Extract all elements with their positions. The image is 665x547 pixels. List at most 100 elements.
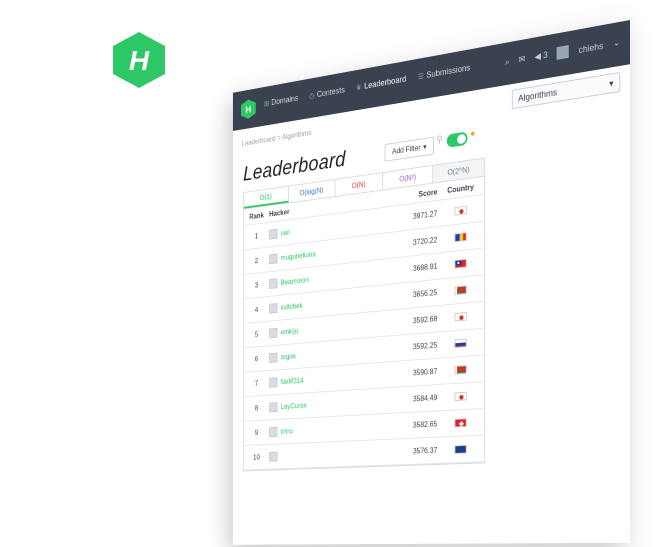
- key-icon: ⚲: [436, 134, 443, 146]
- avatar: [269, 451, 278, 462]
- notification-count: 3: [543, 49, 548, 61]
- username[interactable]: chiehs: [579, 40, 604, 54]
- hacker-link[interactable]: emkijo: [281, 327, 299, 337]
- toggle-switch[interactable]: [446, 131, 468, 148]
- hacker-link[interactable]: uwi: [281, 228, 290, 237]
- nav-contests[interactable]: ◷ Contests: [309, 85, 345, 100]
- grid-icon: ⊞: [263, 98, 269, 108]
- trophy-icon: ♛: [356, 82, 362, 92]
- avatar[interactable]: [557, 44, 570, 60]
- japan-flag-icon: [454, 205, 467, 216]
- leaderboard-table: Rank Hacker Score Country 1 uwi 3971.27 2 mu…: [243, 175, 486, 472]
- nav-leaderboard[interactable]: ♛ Leaderboard: [356, 74, 406, 92]
- belarus-flag-icon: [454, 285, 467, 296]
- leaderboard: O(1) O(log(N) O(N) O(N²) O(2^N) Rank Hac…: [243, 157, 486, 472]
- svg-text:H: H: [245, 105, 251, 116]
- rank-cell: 7: [254, 379, 259, 388]
- hacker-cell: [269, 448, 362, 462]
- hacker-link[interactable]: Bearmeon: [281, 276, 309, 287]
- search-icon[interactable]: ⌕: [505, 57, 510, 68]
- country-cell: [437, 203, 484, 217]
- breadcrumb[interactable]: Leaderboard > Algorithms: [242, 129, 311, 148]
- country-cell: [437, 391, 484, 402]
- avatar: [269, 278, 278, 289]
- country-cell: [437, 230, 484, 244]
- list-icon: ☰: [417, 71, 424, 81]
- taiwan-flag-icon: [454, 258, 467, 269]
- romania-flag-icon: [454, 232, 467, 243]
- hacker-cell: uwi: [269, 218, 362, 240]
- country-cell: [437, 337, 484, 349]
- hacker-cell: emkijo: [269, 320, 362, 339]
- nav-domains[interactable]: ⊞ Domains: [264, 93, 298, 108]
- rank-cell: 10: [253, 453, 260, 462]
- avatar: [269, 327, 278, 339]
- country-cell: [437, 444, 484, 454]
- hacker-link[interactable]: muguneliuna: [281, 250, 316, 262]
- russia-flag-icon: [454, 338, 467, 349]
- track-select-value: Algorithms: [518, 87, 558, 104]
- avatar: [269, 426, 278, 438]
- rank-cell: 8: [254, 404, 259, 413]
- add-filter-button[interactable]: Add Filter ▾: [384, 136, 435, 162]
- top-navigation-bar: H ⊞ Domains ◷ Contests ♛ Leaderboard ☰ S…: [232, 20, 631, 132]
- hacker-link[interactable]: argos: [281, 352, 296, 361]
- hacker-cell: NeM314: [269, 371, 362, 388]
- browser-page: H ⊞ Domains ◷ Contests ♛ Leaderboard ☰ S…: [232, 20, 631, 545]
- hacker-link[interactable]: NeM314: [281, 376, 304, 386]
- hacker-cell: LayCurse: [269, 397, 362, 413]
- header-rank: Rank: [249, 210, 264, 221]
- country-cell: [437, 364, 484, 376]
- hacker-cell: argos: [269, 346, 362, 363]
- brand-logo[interactable]: H: [240, 97, 256, 121]
- notifications-icon[interactable]: ◀ 3: [535, 50, 548, 63]
- avatar: [269, 228, 278, 240]
- rank-cell: 4: [254, 305, 259, 315]
- japan-flag-icon: [454, 311, 467, 322]
- blue-flag-icon: [454, 444, 467, 454]
- chevron-down-icon: ▾: [609, 77, 614, 89]
- avatar: [269, 402, 278, 413]
- avatar: [269, 303, 278, 314]
- country-cell: [437, 417, 484, 428]
- hacker-link[interactable]: LayCurse: [281, 401, 307, 411]
- rank-cell: 3: [254, 281, 259, 290]
- country-cell: [437, 310, 484, 323]
- clock-icon: ◷: [309, 90, 315, 100]
- hacker-cell: muguneliuna: [269, 244, 362, 265]
- rank-cell: 9: [254, 428, 259, 437]
- score-cell: 3584.49: [412, 393, 438, 404]
- hacker-link[interactable]: tmru: [281, 427, 293, 436]
- score-cell: 3582.65: [412, 419, 438, 430]
- header-country: Country: [447, 182, 474, 195]
- score-cell: 3971.27: [412, 209, 438, 221]
- hacker-cell: svitchek: [269, 295, 362, 314]
- rank-cell: 5: [254, 330, 259, 339]
- rank-cell: 2: [254, 256, 259, 265]
- chevron-down-icon[interactable]: ⌄: [613, 37, 620, 49]
- country-cell: [437, 257, 484, 271]
- score-cell: 3576.37: [412, 446, 438, 456]
- hacker-link[interactable]: svitchek: [281, 301, 303, 311]
- score-cell: 3592.25: [412, 340, 438, 352]
- hacker-cell: Bearmeon: [269, 269, 362, 289]
- score-cell: 3720.22: [412, 235, 438, 247]
- hacker-cell: tmru: [269, 423, 362, 438]
- country-cell: [437, 284, 484, 297]
- japan-flag-icon: [454, 391, 467, 401]
- score-cell: 3688.91: [412, 261, 438, 273]
- rank-cell: 6: [254, 355, 259, 364]
- messages-icon[interactable]: ✉: [519, 54, 526, 66]
- avatar: [269, 253, 278, 265]
- switzerland-flag-icon: [454, 418, 467, 428]
- score-cell: 3592.68: [412, 314, 438, 326]
- main-nav: ⊞ Domains ◷ Contests ♛ Leaderboard ☰ Sub…: [264, 63, 470, 109]
- avatar: [269, 377, 278, 388]
- nav-submissions[interactable]: ☰ Submissions: [418, 63, 470, 82]
- avatar: [269, 352, 278, 363]
- score-cell: 3590.87: [412, 367, 438, 378]
- score-cell: 3656.25: [412, 288, 438, 300]
- medal-icon: ●: [470, 128, 476, 140]
- user-tools: ⌕ ✉ ◀ 3 chiehs ⌄: [505, 36, 620, 69]
- chevron-down-icon: ▾: [423, 142, 427, 152]
